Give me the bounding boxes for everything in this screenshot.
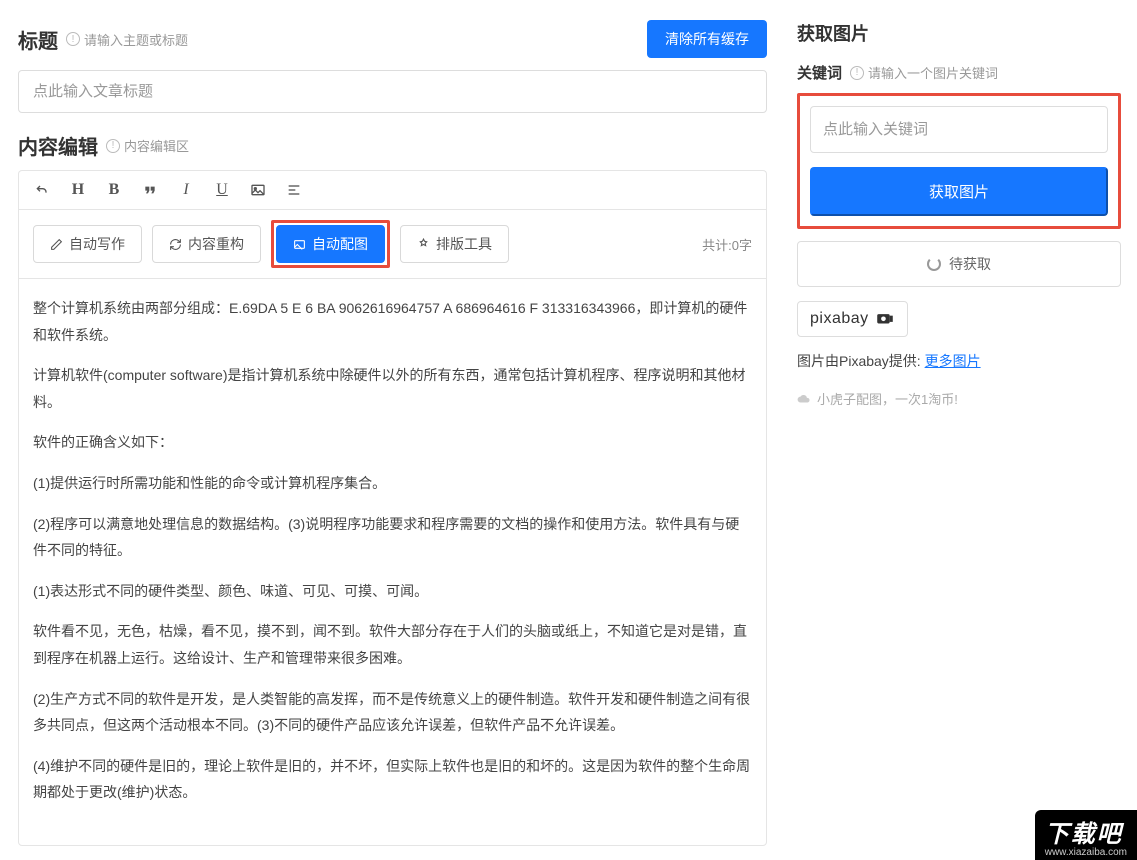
- sidebar-panel: 获取图片 关键词 ! 请输入一个图片关键词 获取图片 待获取 pixabay 图…: [785, 0, 1137, 860]
- clear-cache-button[interactable]: 清除所有缓存: [647, 20, 767, 58]
- info-icon: !: [850, 66, 864, 80]
- spinner-icon: [927, 257, 941, 271]
- footer-note: 小虎子配图，一次1淘币!: [797, 389, 1121, 408]
- action-toolbar: 自动写作 内容重构 自动配图 排版工具: [18, 209, 767, 278]
- editor-body[interactable]: 整个计算机系统由两部分组成：E.69DA 5 E 6 BA 9062616964…: [18, 278, 767, 846]
- auto-image-highlight: 自动配图: [271, 220, 390, 268]
- credit-prefix: 图片由Pixabay提供:: [797, 353, 921, 369]
- body-p5: (2)程序可以满意地处理信息的数据结构。(3)说明程序功能要求和程序需要的文档的…: [33, 511, 752, 564]
- layout-tool-label: 排版工具: [436, 234, 492, 254]
- body-p8: (2)生产方式不同的软件是开发，是人类智能的高发挥，而不是传统意义上的硬件制造。…: [33, 686, 752, 739]
- align-left-icon[interactable]: [285, 181, 303, 199]
- undo-icon[interactable]: [33, 181, 51, 199]
- watermark-url: www.xiazaiba.com: [1045, 847, 1127, 858]
- heading-icon[interactable]: H: [69, 181, 87, 199]
- bold-icon[interactable]: B: [105, 181, 123, 199]
- keyword-hint-text: 请输入一个图片关键词: [868, 63, 998, 82]
- main-panel: 标题 ! 请输入主题或标题 清除所有缓存 内容编辑 ! 内容编辑区 H B: [0, 0, 785, 860]
- content-header: 内容编辑 ! 内容编辑区: [18, 131, 767, 160]
- body-p6: (1)表达形式不同的硬件类型、颜色、味道、可见、可摸、可闻。: [33, 578, 752, 605]
- watermark-text: 下载吧: [1045, 821, 1123, 848]
- content-hint: ! 内容编辑区: [106, 136, 189, 155]
- keyword-highlight-box: 获取图片: [797, 93, 1121, 229]
- fetch-status: 待获取: [797, 241, 1121, 287]
- pixabay-text: pixabay: [810, 310, 869, 328]
- fetch-images-button[interactable]: 获取图片: [810, 167, 1108, 216]
- sidebar-title: 获取图片: [797, 20, 1121, 46]
- image-icon[interactable]: [249, 181, 267, 199]
- auto-image-button[interactable]: 自动配图: [276, 225, 385, 263]
- body-p4: (1)提供运行时所需功能和性能的命令或计算机程序集合。: [33, 470, 752, 497]
- body-p1: 整个计算机系统由两部分组成：E.69DA 5 E 6 BA 9062616964…: [33, 295, 752, 348]
- watermark: 下载吧 www.xiazaiba.com: [1035, 810, 1137, 860]
- info-icon: !: [106, 139, 120, 153]
- title-hint: ! 请输入主题或标题: [66, 30, 188, 49]
- body-p3: 软件的正确含义如下：: [33, 429, 752, 456]
- title-label: 标题 ! 请输入主题或标题: [18, 25, 188, 54]
- italic-icon[interactable]: I: [177, 181, 195, 199]
- editor-toolbar: H B I U: [18, 170, 767, 209]
- footer-text: 小虎子配图，一次1淘币!: [817, 389, 958, 408]
- body-p7: 软件看不见，无色，枯燥，看不见，摸不到，闻不到。软件大部分存在于人们的头脑或纸上…: [33, 618, 752, 671]
- auto-image-label: 自动配图: [312, 234, 368, 254]
- body-p9: (4)维护不同的硬件是旧的，理论上软件是旧的，并不坏，但实际上软件也是旧的和坏的…: [33, 753, 752, 806]
- more-images-link[interactable]: 更多图片: [925, 353, 981, 369]
- pixabay-badge: pixabay: [797, 301, 908, 337]
- body-p2: 计算机软件(computer software)是指计算机系统中除硬件以外的所有…: [33, 362, 752, 415]
- underline-icon[interactable]: U: [213, 181, 231, 199]
- word-count: 共计:0字: [702, 235, 752, 254]
- layout-tool-button[interactable]: 排版工具: [400, 225, 509, 263]
- credit-line: 图片由Pixabay提供: 更多图片: [797, 351, 1121, 371]
- quote-icon[interactable]: [141, 181, 159, 199]
- keyword-label: 关键词: [797, 62, 842, 83]
- status-text: 待获取: [949, 254, 991, 274]
- auto-write-label: 自动写作: [69, 234, 125, 254]
- camera-icon: [875, 311, 895, 328]
- content-label: 内容编辑: [18, 131, 98, 160]
- title-header: 标题 ! 请输入主题或标题 清除所有缓存: [18, 20, 767, 58]
- restructure-label: 内容重构: [188, 234, 244, 254]
- restructure-button[interactable]: 内容重构: [152, 225, 261, 263]
- keyword-header: 关键词 ! 请输入一个图片关键词: [797, 62, 1121, 83]
- title-hint-text: 请输入主题或标题: [84, 30, 188, 49]
- article-title-input[interactable]: [18, 70, 767, 113]
- keyword-input[interactable]: [810, 106, 1108, 153]
- info-icon: !: [66, 32, 80, 46]
- auto-write-button[interactable]: 自动写作: [33, 225, 142, 263]
- title-text: 标题: [18, 25, 58, 54]
- content-hint-text: 内容编辑区: [124, 136, 189, 155]
- keyword-hint: ! 请输入一个图片关键词: [850, 63, 998, 82]
- cloud-icon: [797, 394, 811, 404]
